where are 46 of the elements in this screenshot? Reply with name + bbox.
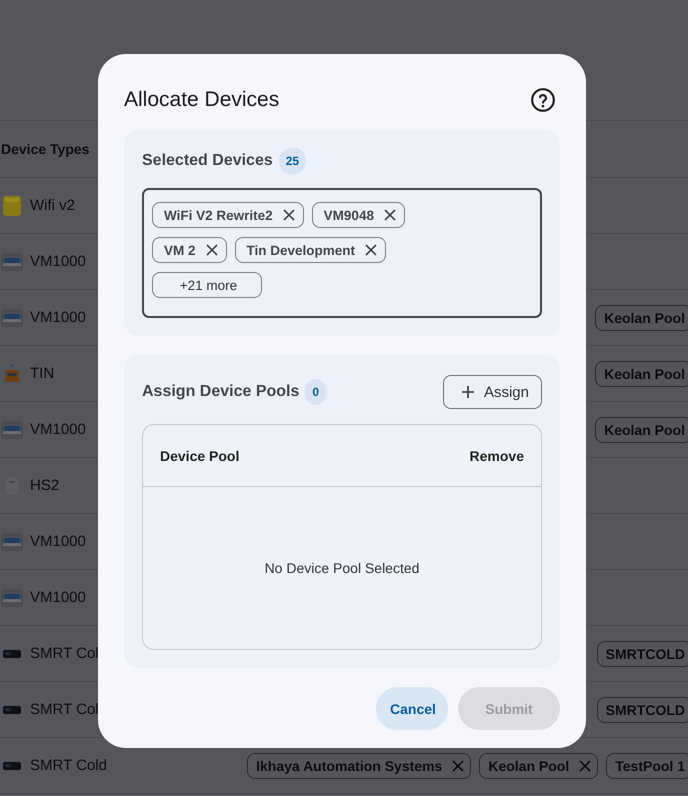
close-icon[interactable] bbox=[206, 244, 218, 256]
device-name: Tin Development bbox=[246, 242, 356, 258]
device-name: WiFi V2 Rewrite2 bbox=[164, 208, 273, 222]
column-header: Device Pool bbox=[160, 448, 240, 464]
count-badge: 0 bbox=[305, 379, 326, 405]
section-label: Selected Devices bbox=[142, 152, 273, 170]
pool-name: Ikhaya Automation Systems bbox=[256, 758, 442, 774]
pool-name: SMRTCOLD bbox=[606, 702, 685, 718]
column-header: Remove bbox=[470, 448, 524, 464]
device-type: SMRT Cold bbox=[30, 757, 107, 774]
assign-button[interactable]: Assign bbox=[442, 375, 542, 409]
close-icon[interactable] bbox=[384, 209, 396, 221]
device-type: VM1000 bbox=[30, 533, 86, 550]
device-chip-field[interactable]: WiFi V2 Rewrite2 VM9048 VM 2 Tin Development +21 more bbox=[142, 188, 542, 318]
device-type: SMRT Col bbox=[30, 701, 99, 718]
pool-name: SMRTCOLD bbox=[606, 646, 685, 662]
pool-name: Keolan Pool bbox=[604, 310, 685, 326]
device-type: Wifi v2 bbox=[30, 197, 75, 214]
close-icon[interactable] bbox=[365, 244, 378, 256]
close-icon[interactable] bbox=[282, 209, 295, 221]
pool-name: Keolan Pool bbox=[604, 366, 685, 382]
device-type: SMRT Col bbox=[30, 645, 99, 662]
device-type: VM1000 bbox=[30, 309, 86, 326]
plus-icon bbox=[460, 385, 475, 399]
pool-name: TestPool 1 bbox=[615, 758, 685, 774]
device-icon bbox=[0, 194, 24, 218]
empty-message: No Device Pool Selected bbox=[264, 560, 420, 576]
device-name: VM9048 bbox=[324, 208, 374, 222]
more-chip[interactable]: +21 more bbox=[152, 272, 262, 298]
dialog-title: Allocate Devices bbox=[124, 88, 280, 112]
device-name: VM 2 bbox=[164, 242, 196, 258]
device-type: TIN bbox=[30, 365, 54, 382]
device-icon bbox=[3, 650, 21, 658]
column-header: Device Types bbox=[0, 141, 90, 157]
cancel-button[interactable]: Cancel bbox=[376, 687, 448, 730]
device-type: HS2 bbox=[30, 477, 60, 494]
device-type: VM1000 bbox=[30, 589, 86, 606]
device-icon bbox=[3, 706, 21, 714]
device-type: VM1000 bbox=[30, 253, 86, 270]
device-icon bbox=[3, 762, 21, 770]
pool-name: Keolan Pool bbox=[604, 422, 685, 438]
count-badge: 25 bbox=[278, 148, 306, 174]
help-icon[interactable] bbox=[530, 87, 556, 113]
section-label: Assign Device Pools bbox=[142, 383, 300, 401]
pool-name: Keolan Pool bbox=[488, 758, 570, 774]
device-type: VM1000 bbox=[30, 421, 86, 438]
